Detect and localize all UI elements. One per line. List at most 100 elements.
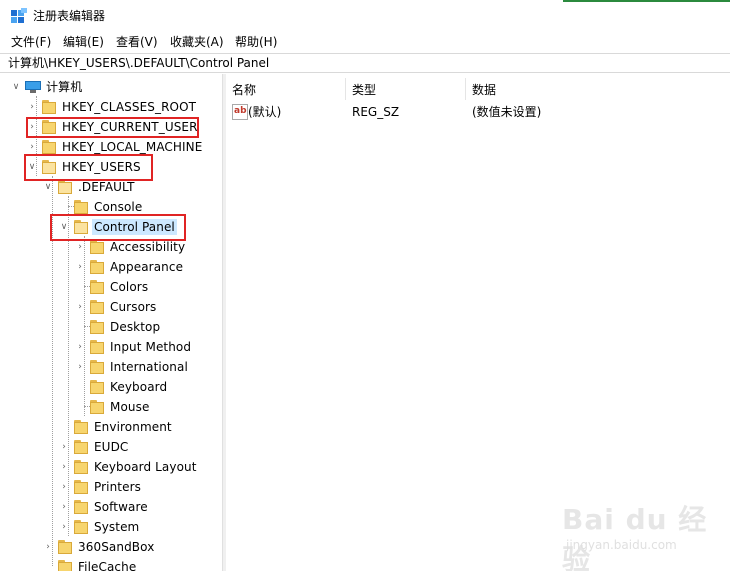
address-bar[interactable]: 计算机\HKEY_USERS\.DEFAULT\Control Panel (0, 53, 730, 73)
folder-icon (90, 240, 104, 254)
tree-label: Keyboard (110, 380, 168, 394)
tree-label: Printers (94, 480, 141, 494)
folder-icon (74, 460, 88, 474)
menu-file[interactable]: 文件(F) (11, 34, 51, 50)
tree-label: Software (94, 500, 148, 514)
value-data: (数值未设置) (472, 105, 542, 119)
folder-icon (90, 280, 104, 294)
tree-item-software[interactable]: › Software (0, 497, 222, 517)
title-accent-strip (563, 0, 730, 2)
tree-label: .DEFAULT (78, 180, 135, 194)
chevron-right-icon[interactable]: › (75, 341, 85, 353)
watermark-subtext: jingyan.baidu.com (566, 538, 677, 552)
baidu-watermark: Bai du 经验 jingyan.baidu.com (562, 498, 727, 571)
tree-label: Colors (110, 280, 149, 294)
column-header-data[interactable]: 数据 (472, 82, 496, 98)
tree-label: HKEY_LOCAL_MACHINE (62, 140, 203, 154)
tree-item-hkey-classes-root[interactable]: › HKEY_CLASSES_ROOT (0, 97, 222, 117)
tree-root-computer[interactable]: ∨ 计算机 (0, 77, 222, 97)
tree-label: Appearance (110, 260, 184, 274)
folder-icon (90, 380, 104, 394)
chevron-down-icon[interactable]: ∨ (11, 81, 21, 93)
menu-favorites[interactable]: 收藏夹(A) (170, 34, 224, 50)
chevron-right-icon[interactable]: › (59, 461, 69, 473)
tree-label: Console (94, 200, 143, 214)
tree-item-cursors[interactable]: › Cursors (0, 297, 222, 317)
folder-icon (74, 440, 88, 454)
folder-open-icon (58, 180, 72, 194)
menu-help[interactable]: 帮助(H) (235, 34, 277, 50)
tree-label: 计算机 (46, 80, 83, 94)
tree-label: Keyboard Layout (94, 460, 197, 474)
folder-icon (42, 100, 56, 114)
chevron-right-icon[interactable]: › (27, 141, 37, 153)
tree-item-keyboard[interactable]: Keyboard (0, 377, 222, 397)
column-header-name[interactable]: 名称 (232, 82, 256, 98)
chevron-right-icon[interactable]: › (75, 241, 85, 253)
chevron-right-icon[interactable]: › (27, 101, 37, 113)
value-name[interactable]: (默认) (248, 104, 281, 120)
folder-icon (90, 360, 104, 374)
values-list[interactable]: 名称 类型 数据 ab (默认) REG_SZ (数值未设置) (226, 74, 730, 571)
tree-item-printers[interactable]: › Printers (0, 477, 222, 497)
tree-label: Mouse (110, 400, 150, 414)
folder-icon (74, 500, 88, 514)
chevron-right-icon[interactable]: › (75, 261, 85, 273)
chevron-down-icon[interactable]: ∨ (43, 181, 53, 193)
annotation-box-hkey-users (24, 154, 153, 181)
value-type: REG_SZ (352, 105, 400, 119)
chevron-right-icon[interactable]: › (75, 301, 85, 313)
tree-item-eudc[interactable]: › EUDC (0, 437, 222, 457)
menu-bar: 文件(F) 编辑(E) 查看(V) 收藏夹(A) 帮助(H) (0, 32, 730, 52)
tree-label: Accessibility (110, 240, 186, 254)
tree-label: EUDC (94, 440, 129, 454)
tree-item-environment[interactable]: Environment (0, 417, 222, 437)
tree-pane[interactable]: ∨ 计算机 › HKEY_CLASSES_ROOT › HKEY_CURRENT… (0, 74, 222, 571)
window-title: 注册表编辑器 (33, 9, 106, 23)
tree-label: Cursors (110, 300, 157, 314)
folder-icon (58, 560, 72, 571)
chevron-right-icon[interactable]: › (75, 361, 85, 373)
folder-icon (42, 140, 56, 154)
tree-item-appearance[interactable]: › Appearance (0, 257, 222, 277)
folder-icon (90, 260, 104, 274)
chevron-right-icon[interactable]: › (59, 481, 69, 493)
folder-icon (90, 320, 104, 334)
tree-label: International (110, 360, 188, 374)
tree-label: Environment (94, 420, 172, 434)
tree-item-keyboard-layout[interactable]: › Keyboard Layout (0, 457, 222, 477)
chevron-right-icon[interactable]: › (59, 521, 69, 533)
tree-label: HKEY_CLASSES_ROOT (62, 100, 197, 114)
column-separator[interactable] (465, 78, 466, 100)
column-header-type[interactable]: 类型 (352, 82, 376, 98)
chevron-right-icon[interactable]: › (59, 441, 69, 453)
tree-item-desktop[interactable]: Desktop (0, 317, 222, 337)
folder-icon (74, 420, 88, 434)
menu-edit[interactable]: 编辑(E) (63, 34, 104, 50)
string-value-icon: ab (232, 104, 248, 120)
tree-item-360sandbox[interactable]: › 360SandBox (0, 537, 222, 557)
tree-label: 360SandBox (78, 540, 155, 554)
watermark-text: Bai du 经验 (562, 503, 708, 571)
folder-icon (74, 520, 88, 534)
folder-icon (74, 480, 88, 494)
computer-icon (25, 81, 41, 93)
menu-view[interactable]: 查看(V) (116, 34, 158, 50)
annotation-box-current-user (26, 117, 199, 138)
address-path[interactable]: 计算机\HKEY_USERS\.DEFAULT\Control Panel (8, 56, 269, 71)
column-separator[interactable] (345, 78, 346, 100)
tree-label: Desktop (110, 320, 161, 334)
tree-item-mouse[interactable]: Mouse (0, 397, 222, 417)
regedit-icon (11, 8, 27, 24)
tree-item-input-method[interactable]: › Input Method (0, 337, 222, 357)
tree-label: FileCache (78, 560, 137, 571)
folder-icon (58, 540, 72, 554)
title-bar: 注册表编辑器 (0, 0, 730, 32)
tree-item-colors[interactable]: Colors (0, 277, 222, 297)
tree-item-international[interactable]: › International (0, 357, 222, 377)
tree-item-filecache[interactable]: FileCache (0, 557, 222, 571)
chevron-right-icon[interactable]: › (43, 541, 53, 553)
chevron-right-icon[interactable]: › (59, 501, 69, 513)
tree-item-system[interactable]: › System (0, 517, 222, 537)
annotation-box-control-panel (50, 214, 186, 241)
